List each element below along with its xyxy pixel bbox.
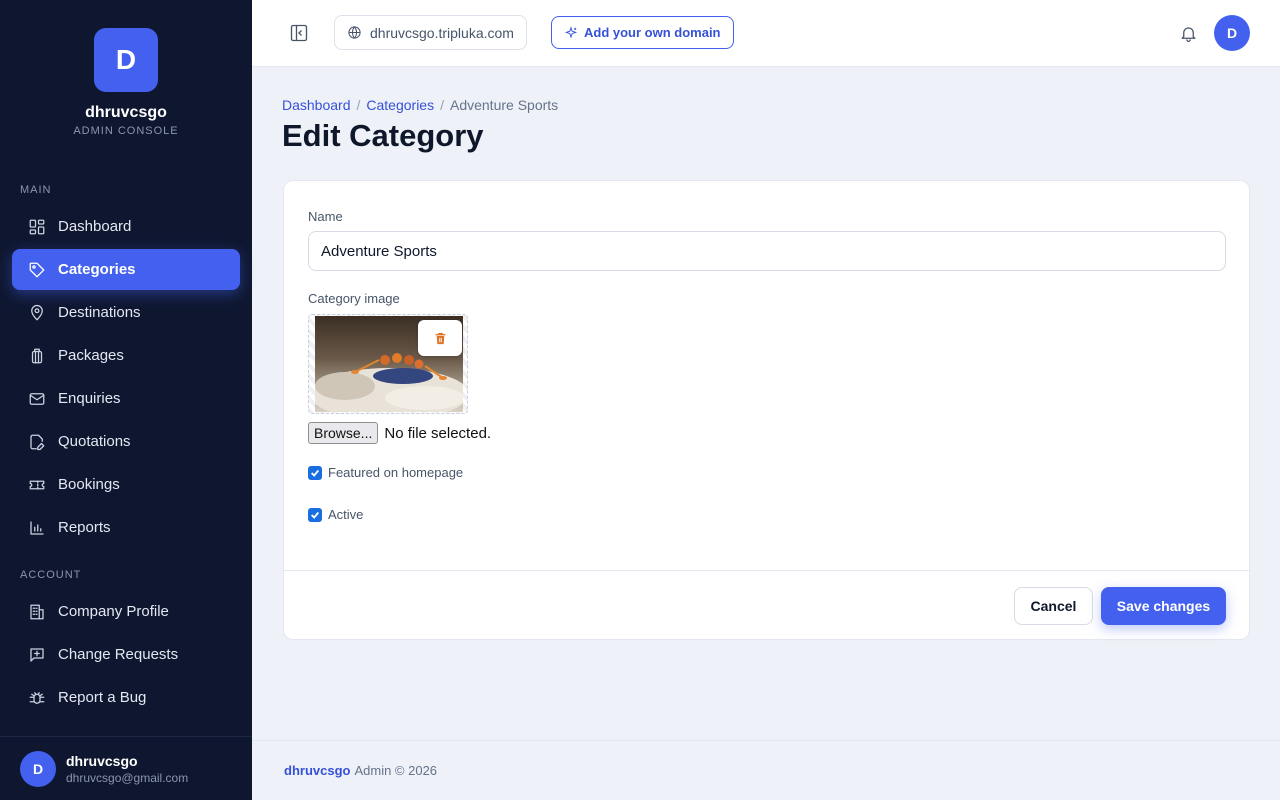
tag-icon <box>28 261 46 279</box>
featured-label: Featured on homepage <box>328 465 464 480</box>
user-avatar-button[interactable]: D <box>1214 15 1250 51</box>
main-nav: Dashboard Categories Destinations Packag… <box>12 206 240 550</box>
active-checkbox-row[interactable]: Active <box>308 507 363 522</box>
card-divider <box>284 570 1249 571</box>
sidebar-item-label: Packages <box>58 347 124 364</box>
topbar: dhruvcsgo.tripluka.com Add your own doma… <box>252 0 1280 67</box>
check-icon <box>311 511 320 519</box>
avatar: D <box>20 750 56 787</box>
bell-icon <box>1181 26 1195 42</box>
sidebar-item-label: Bookings <box>58 476 120 493</box>
breadcrumb-separator: / <box>440 97 444 113</box>
category-image-label: Category image <box>308 291 400 306</box>
main-section-label: MAIN <box>20 184 52 196</box>
cancel-button[interactable]: Cancel <box>1014 587 1093 625</box>
file-input-row: Browse... No file selected. <box>308 422 491 444</box>
breadcrumb-current: Adventure Sports <box>449 97 559 113</box>
sidebar-item-label: Categories <box>58 261 136 278</box>
sidebar-item-categories[interactable]: Categories <box>12 249 240 290</box>
sidebar-user[interactable]: D dhruvcsgo dhruvcsgo@gmail.com <box>0 736 252 800</box>
sidebar-item-label: Report a Bug <box>58 689 147 706</box>
breadcrumb-categories[interactable]: Categories <box>366 97 434 113</box>
sidebar-item-reports[interactable]: Reports <box>12 507 240 548</box>
map-pin-icon <box>28 304 46 322</box>
edit-document-icon <box>28 433 46 451</box>
add-domain-label: Add your own domain <box>584 25 721 40</box>
brand-block: D dhruvcsgo ADMIN CONSOLE <box>0 28 252 137</box>
footer-text: Admin © 2026 <box>354 763 438 778</box>
sidebar-item-bookings[interactable]: Bookings <box>12 464 240 505</box>
trash-icon <box>435 332 445 344</box>
domain-link[interactable]: dhruvcsgo.tripluka.com <box>334 15 527 50</box>
save-changes-button[interactable]: Save changes <box>1101 587 1226 625</box>
footer-brand[interactable]: dhruvcsgo <box>284 763 350 778</box>
featured-checkbox-row[interactable]: Featured on homepage <box>308 465 463 480</box>
message-plus-icon <box>28 646 46 664</box>
featured-checkbox[interactable] <box>308 465 322 480</box>
notifications-button[interactable] <box>1177 22 1199 44</box>
category-image-preview <box>308 314 468 414</box>
check-icon <box>311 469 320 477</box>
domain-text: dhruvcsgo.tripluka.com <box>370 24 514 41</box>
sidebar: D dhruvcsgo ADMIN CONSOLE MAIN Dashboard… <box>0 0 252 800</box>
brand-logo: D <box>94 28 158 92</box>
panel-collapse-icon <box>290 24 308 42</box>
sidebar-item-company-profile[interactable]: Company Profile <box>12 591 240 632</box>
globe-icon <box>348 26 361 39</box>
breadcrumb-dashboard[interactable]: Dashboard <box>282 97 351 113</box>
brand-subtitle: ADMIN CONSOLE <box>73 125 179 137</box>
active-checkbox[interactable] <box>308 507 322 522</box>
sidebar-item-label: Company Profile <box>58 603 169 620</box>
bar-chart-icon <box>28 519 46 537</box>
breadcrumb: Dashboard / Categories / Adventure Sports <box>282 97 558 113</box>
add-domain-button[interactable]: Add your own domain <box>551 16 734 49</box>
no-file-text: No file selected. <box>384 424 492 442</box>
ticket-icon <box>28 476 46 494</box>
name-label: Name <box>308 209 343 224</box>
sidebar-item-label: Dashboard <box>58 218 132 235</box>
bug-icon <box>28 689 46 707</box>
sidebar-item-dashboard[interactable]: Dashboard <box>12 206 240 247</box>
footer: dhruvcsgo Admin © 2026 <box>252 740 1280 800</box>
dashboard-grid-icon <box>28 218 46 236</box>
brand-name: dhruvcsgo <box>85 104 167 121</box>
remove-image-button[interactable] <box>418 320 462 356</box>
active-label: Active <box>328 507 364 522</box>
browse-button[interactable]: Browse... <box>308 422 379 444</box>
name-input[interactable] <box>308 231 1226 271</box>
account-section-label: ACCOUNT <box>20 569 82 581</box>
page-title: Edit Category <box>282 118 484 153</box>
user-name: dhruvcsgo <box>66 752 138 769</box>
building-icon <box>28 603 46 621</box>
sidebar-item-report-bug[interactable]: Report a Bug <box>12 677 240 718</box>
sidebar-item-packages[interactable]: Packages <box>12 335 240 376</box>
sidebar-item-enquiries[interactable]: Enquiries <box>12 378 240 419</box>
account-nav: Company Profile Change Requests Report a… <box>12 591 240 720</box>
sidebar-item-quotations[interactable]: Quotations <box>12 421 240 462</box>
sidebar-item-label: Reports <box>58 519 111 536</box>
sidebar-item-destinations[interactable]: Destinations <box>12 292 240 333</box>
sidebar-item-label: Change Requests <box>58 646 179 663</box>
user-email: dhruvcsgo@gmail.com <box>66 770 189 785</box>
mail-icon <box>28 390 46 408</box>
sidebar-item-label: Enquiries <box>58 390 121 407</box>
sparkle-icon <box>564 25 578 39</box>
breadcrumb-separator: / <box>356 97 361 113</box>
sidebar-item-label: Destinations <box>58 304 141 321</box>
sidebar-item-label: Quotations <box>58 433 131 450</box>
sidebar-item-change-requests[interactable]: Change Requests <box>12 634 240 675</box>
edit-category-form: Name Category image <box>283 180 1250 640</box>
sidebar-toggle-button[interactable] <box>288 22 310 44</box>
luggage-icon <box>28 347 46 365</box>
